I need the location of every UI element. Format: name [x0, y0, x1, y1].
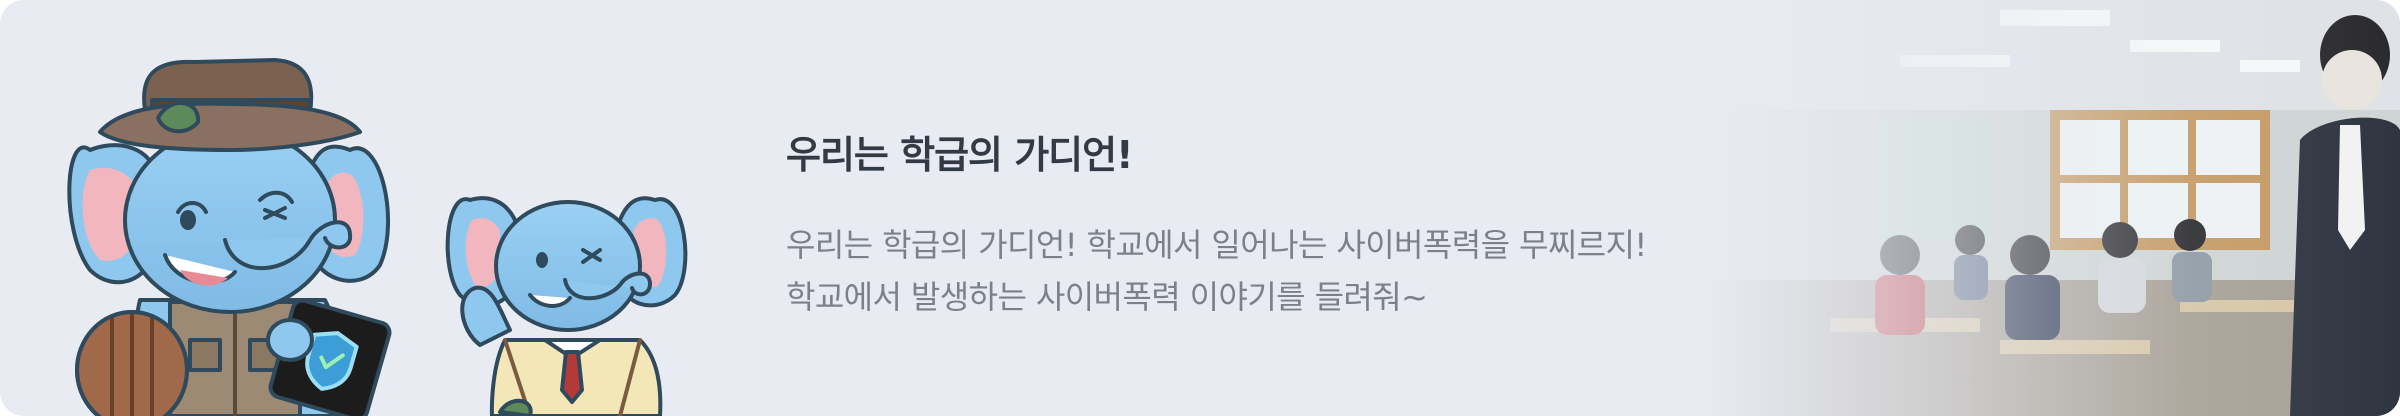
student-elephant	[445, 196, 688, 416]
description-line-1: 우리는 학급의 가디언! 학교에서 일어나는 사이버폭력을 무찌르지!	[786, 226, 1647, 264]
description-line-2: 학교에서 발생하는 사이버폭력 이야기를 들려줘~	[786, 278, 1428, 316]
explorer-elephant	[67, 58, 392, 416]
banner-title: 우리는 학급의 가디언!	[786, 133, 1133, 177]
classroom-image	[1700, 0, 2400, 416]
guardian-banner[interactable]: 우리는 학급의 가디언! 우리는 학급의 가디언! 학교에서 일어나는 사이버폭…	[0, 0, 2400, 416]
mascot-illustration	[60, 40, 740, 416]
banner-text: 우리는 학급의 가디언! 우리는 학급의 가디언! 학교에서 일어나는 사이버폭…	[786, 124, 1786, 323]
banner-description: 우리는 학급의 가디언! 학교에서 일어나는 사이버폭력을 무찌르지! 학교에서…	[786, 219, 1786, 323]
elephant-mascots-image	[67, 58, 688, 416]
classroom-photo	[1700, 0, 2400, 416]
